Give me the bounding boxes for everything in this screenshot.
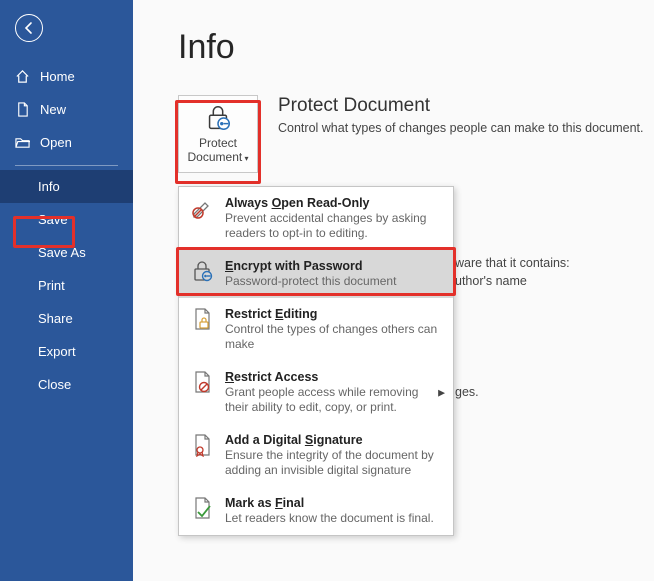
sidebar-item-label: Save As bbox=[38, 245, 86, 260]
lock-key-icon bbox=[203, 103, 233, 133]
backstage-sidebar: Home New Open Info Save Save As Print Sh… bbox=[0, 0, 133, 581]
back-button[interactable] bbox=[15, 14, 43, 42]
protect-document-text: Protect Document Control what types of c… bbox=[278, 95, 644, 135]
protect-document-dropdown: Always Open Read-Only Prevent accidental… bbox=[178, 186, 454, 536]
sidebar-item-print[interactable]: Print bbox=[0, 269, 133, 302]
menu-item-desc: Grant people access while removing their… bbox=[225, 385, 443, 415]
main-panel: Info Protect Document ▾ Protect Document… bbox=[133, 0, 654, 581]
menu-item-title: Restrict Access bbox=[225, 370, 443, 384]
sidebar-item-label: New bbox=[40, 102, 66, 117]
partial-text: ware that it contains: bbox=[455, 256, 570, 270]
sidebar-item-label: Info bbox=[38, 179, 60, 194]
sidebar-divider bbox=[15, 165, 118, 166]
menu-item-desc: Control the types of changes others can … bbox=[225, 322, 443, 352]
sidebar-item-save-as[interactable]: Save As bbox=[0, 236, 133, 269]
doc-lock-icon bbox=[189, 307, 215, 352]
sidebar-item-open[interactable]: Open bbox=[0, 126, 133, 159]
sidebar-item-home[interactable]: Home bbox=[0, 60, 133, 93]
sidebar-item-new[interactable]: New bbox=[0, 93, 133, 126]
menu-item-open-read-only[interactable]: Always Open Read-Only Prevent accidental… bbox=[179, 187, 453, 250]
sidebar-item-share[interactable]: Share bbox=[0, 302, 133, 335]
lock-key-icon bbox=[189, 259, 215, 289]
doc-ribbon-icon bbox=[189, 433, 215, 478]
menu-item-title: Add a Digital Signature bbox=[225, 433, 443, 447]
menu-item-restrict-access[interactable]: Restrict Access Grant people access whil… bbox=[179, 361, 453, 424]
menu-item-title: Restrict Editing bbox=[225, 307, 443, 321]
menu-item-digital-signature[interactable]: Add a Digital Signature Ensure the integ… bbox=[179, 424, 453, 487]
sidebar-item-close[interactable]: Close bbox=[0, 368, 133, 401]
sidebar-item-label: Close bbox=[38, 377, 71, 392]
menu-item-encrypt-password[interactable]: Encrypt with Password Password-protect t… bbox=[179, 250, 453, 298]
sidebar-item-label: Home bbox=[40, 69, 75, 84]
menu-item-restrict-editing[interactable]: Restrict Editing Control the types of ch… bbox=[179, 298, 453, 361]
protect-document-section: Protect Document ▾ Protect Document Cont… bbox=[178, 95, 654, 173]
sidebar-item-label: Share bbox=[38, 311, 73, 326]
partial-text: ges. bbox=[455, 385, 479, 399]
submenu-arrow-icon: ▶ bbox=[438, 387, 445, 398]
doc-check-icon bbox=[189, 496, 215, 526]
sidebar-item-info[interactable]: Info bbox=[0, 170, 133, 203]
sidebar-item-label: Save bbox=[38, 212, 68, 227]
new-doc-icon bbox=[15, 102, 30, 117]
menu-item-desc: Prevent accidental changes by asking rea… bbox=[225, 211, 443, 241]
protect-heading: Protect Document bbox=[278, 95, 644, 117]
page-title: Info bbox=[178, 28, 654, 67]
partial-text: uthor's name bbox=[455, 274, 527, 288]
sidebar-item-save[interactable]: Save bbox=[0, 203, 133, 236]
folder-open-icon bbox=[15, 135, 30, 150]
sidebar-item-label: Print bbox=[38, 278, 65, 293]
protect-button-label: Protect Document ▾ bbox=[188, 137, 249, 165]
menu-item-desc: Password-protect this document bbox=[225, 274, 396, 289]
sidebar-item-label: Open bbox=[40, 135, 72, 150]
menu-item-title: Always Open Read-Only bbox=[225, 196, 443, 210]
sidebar-item-export[interactable]: Export bbox=[0, 335, 133, 368]
menu-item-desc: Ensure the integrity of the document by … bbox=[225, 448, 443, 478]
menu-item-title: Encrypt with Password bbox=[225, 259, 396, 273]
protect-document-button[interactable]: Protect Document ▾ bbox=[178, 95, 258, 173]
menu-item-title: Mark as Final bbox=[225, 496, 434, 510]
home-icon bbox=[15, 69, 30, 84]
sidebar-item-label: Export bbox=[38, 344, 76, 359]
protect-description: Control what types of changes people can… bbox=[278, 121, 644, 135]
doc-prohibit-icon bbox=[189, 370, 215, 415]
menu-item-mark-final[interactable]: Mark as Final Let readers know the docum… bbox=[179, 487, 453, 535]
pencil-prohibit-icon bbox=[189, 196, 215, 241]
menu-item-desc: Let readers know the document is final. bbox=[225, 511, 434, 526]
arrow-left-icon bbox=[22, 21, 36, 35]
